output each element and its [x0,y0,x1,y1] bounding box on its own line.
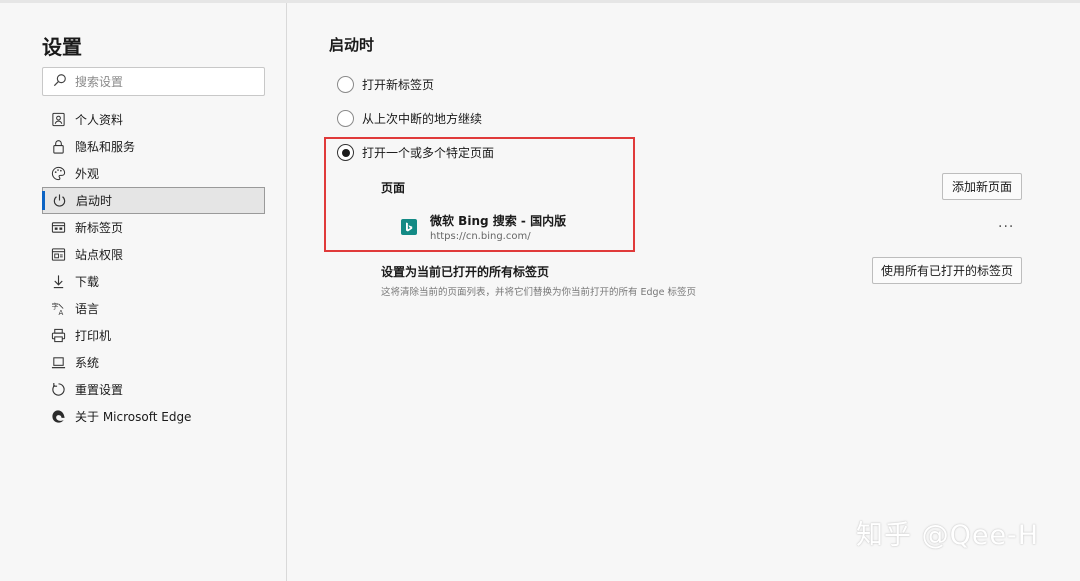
sidebar-item-languages[interactable]: 字A 语言 [42,295,265,322]
laptop-icon [50,355,66,371]
sidebar-item-new-tab[interactable]: 新标签页 [42,214,265,241]
sidebar-item-profile[interactable]: 个人资料 [42,106,265,133]
search-input[interactable] [75,74,255,89]
search-icon [53,73,67,90]
sidebar-item-label: 打印机 [75,329,112,343]
sidebar-item-label: 语言 [75,302,100,316]
download-icon [50,274,66,290]
sidebar-item-label: 关于 Microsoft Edge [75,410,192,424]
pages-label: 页面 [381,181,406,195]
startup-page-entry: 微软 Bing 搜索 - 国内版 https://cn.bing.com/ [401,212,566,242]
sidebar-item-label: 下载 [75,275,100,289]
lock-icon [50,139,66,155]
sidebar-item-label: 外观 [75,167,100,181]
search-box[interactable] [42,67,265,96]
sidebar-item-label: 新标签页 [75,221,124,235]
sidebar-item-printers[interactable]: 打印机 [42,322,265,349]
printer-icon [50,328,66,344]
page-name: 微软 Bing 搜索 - 国内版 [430,214,567,228]
power-icon [51,193,67,209]
set-all-tabs-title: 设置为当前已打开的所有标签页 [381,265,550,279]
site-permissions-icon [50,247,66,263]
option-label: 从上次中断的地方继续 [362,112,483,126]
radio-button[interactable] [337,110,354,127]
watermark: 知乎 @Qee-H [856,520,1040,551]
new-tab-icon [50,220,66,236]
option-open-new-tab[interactable]: 打开新标签页 [337,76,434,93]
more-options-icon[interactable]: ··· [998,219,1014,235]
sidebar-item-system[interactable]: 系统 [42,349,265,376]
page-url: https://cn.bing.com/ [430,231,531,242]
radio-button-selected[interactable] [337,144,354,161]
option-label: 打开新标签页 [362,78,435,92]
add-new-page-button[interactable]: 添加新页面 [942,173,1022,200]
palette-icon [50,166,66,182]
settings-sidebar: 设置 个人资料 隐私和服务 外观 启动时 新标签页 站点权限 [0,3,287,581]
svg-text:字: 字 [51,302,58,311]
option-continue-where-left-off[interactable]: 从上次中断的地方继续 [337,110,482,127]
edge-icon [50,409,66,425]
sidebar-item-label: 系统 [75,356,100,370]
sidebar-item-label: 隐私和服务 [75,140,136,154]
reset-icon [50,382,66,398]
sidebar-nav: 个人资料 隐私和服务 外观 启动时 新标签页 站点权限 下载 字A 语言 打印机… [42,106,265,430]
sidebar-item-reset[interactable]: 重置设置 [42,376,265,403]
set-all-tabs-description: 这将清除当前的页面列表，并将它们替换为你当前打开的所有 Edge 标签页 [381,287,696,298]
sidebar-item-on-startup[interactable]: 启动时 [42,187,265,214]
sidebar-item-downloads[interactable]: 下载 [42,268,265,295]
sidebar-item-label: 个人资料 [75,113,124,127]
sidebar-item-site-permissions[interactable]: 站点权限 [42,241,265,268]
sidebar-item-privacy[interactable]: 隐私和服务 [42,133,265,160]
radio-button[interactable] [337,76,354,93]
use-all-open-tabs-button[interactable]: 使用所有已打开的标签页 [872,257,1022,284]
option-open-specific-pages[interactable]: 打开一个或多个特定页面 [337,144,494,161]
sidebar-item-appearance[interactable]: 外观 [42,160,265,187]
profile-icon [50,112,66,128]
svg-text:A: A [58,308,63,316]
bing-icon [401,219,417,235]
sidebar-item-label: 启动时 [76,194,113,208]
section-title: 启动时 [329,36,375,54]
option-label: 打开一个或多个特定页面 [362,146,495,160]
language-icon: 字A [50,301,66,317]
sidebar-item-about[interactable]: 关于 Microsoft Edge [42,403,265,430]
settings-content: 启动时 打开新标签页 从上次中断的地方继续 打开一个或多个特定页面 页面 添加新… [288,3,1080,581]
sidebar-item-label: 重置设置 [75,383,124,397]
sidebar-item-label: 站点权限 [75,248,124,262]
sidebar-title: 设置 [42,35,82,59]
